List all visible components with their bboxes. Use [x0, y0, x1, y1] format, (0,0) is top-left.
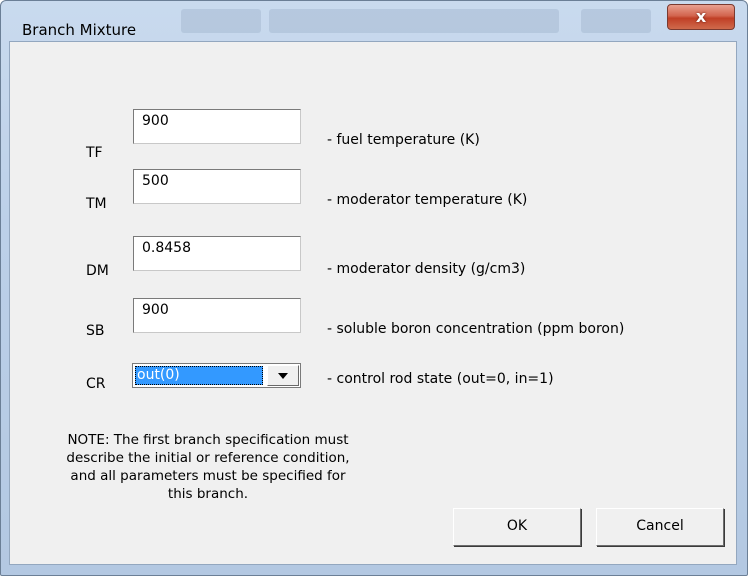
dialog-body: TF 900 - fuel temperature (K) TM 500 - m… — [9, 41, 737, 565]
ok-button[interactable]: OK — [453, 508, 581, 546]
tf-input[interactable]: 900 — [133, 109, 301, 144]
tf-label: TF — [86, 145, 103, 161]
tm-label: TM — [86, 196, 107, 212]
sb-description: - soluble boron concentration (ppm boron… — [327, 321, 625, 337]
tm-description: - moderator temperature (K) — [327, 192, 528, 208]
window-title: Branch Mixture — [22, 21, 137, 39]
background-blur — [581, 9, 651, 33]
cancel-button[interactable]: Cancel — [596, 508, 724, 546]
close-button[interactable]: x — [667, 4, 735, 30]
background-blur — [269, 9, 559, 33]
dialog-window: Branch Mixture x TF 900 - fuel temperatu… — [0, 0, 748, 576]
note-text: NOTE: The first branch specification mus… — [38, 431, 378, 503]
note-line: NOTE: The first branch specification mus… — [67, 432, 349, 448]
dm-input[interactable]: 0.8458 — [133, 236, 301, 271]
background-blur — [181, 9, 261, 33]
cr-selected-value[interactable]: out(0) — [135, 366, 263, 385]
note-line: this branch. — [167, 486, 249, 502]
cr-label: CR — [86, 376, 106, 392]
sb-input[interactable]: 900 — [133, 298, 301, 333]
dm-description: - moderator density (g/cm3) — [327, 261, 526, 277]
title-bar[interactable]: Branch Mixture x — [1, 1, 747, 39]
note-line: describe the initial or reference condit… — [66, 450, 350, 466]
cr-select[interactable]: out(0) — [132, 363, 301, 388]
tf-description: - fuel temperature (K) — [327, 132, 480, 148]
sb-label: SB — [86, 323, 105, 339]
close-icon: x — [695, 7, 707, 26]
note-line: and all parameters must be specified for — [70, 468, 346, 484]
cr-description: - control rod state (out=0, in=1) — [327, 371, 554, 387]
chevron-down-icon[interactable] — [267, 365, 299, 386]
tm-input[interactable]: 500 — [133, 169, 301, 204]
dm-label: DM — [86, 263, 109, 279]
